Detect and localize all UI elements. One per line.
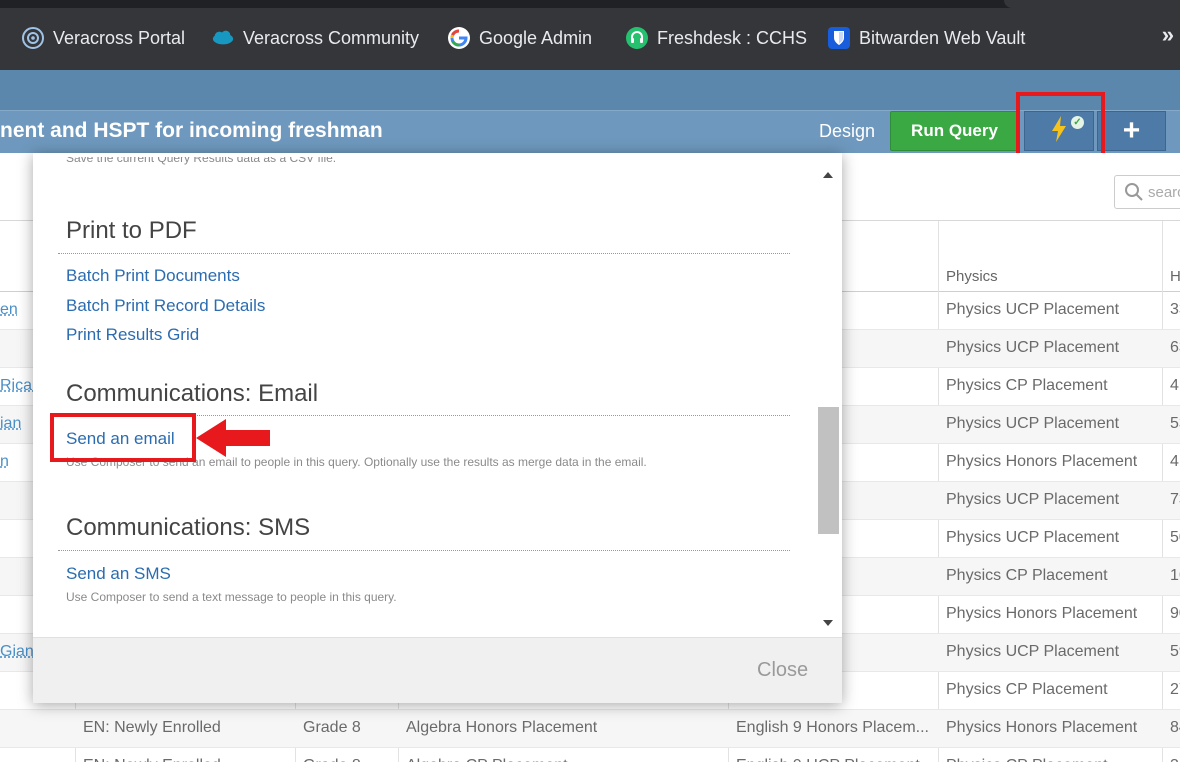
cell-hspt-score: 50 bbox=[1170, 529, 1180, 546]
cell-name[interactable]: ian bbox=[0, 415, 21, 433]
cell-math-placement: Algebra CP Placement bbox=[406, 757, 568, 762]
cell-physics-placement: Physics CP Placement bbox=[946, 757, 1108, 762]
bookmark-label: Freshdesk : CCHS bbox=[657, 27, 808, 48]
close-button[interactable]: Close bbox=[757, 659, 808, 682]
modal-scrollbar[interactable] bbox=[819, 165, 837, 633]
bookmark-freshdesk[interactable]: Freshdesk : CCHS bbox=[626, 24, 807, 52]
cell-status: EN: Newly Enrolled bbox=[83, 757, 221, 762]
cell-hspt-score: 73 bbox=[1170, 491, 1180, 508]
cell-hspt-score: 90 bbox=[1170, 605, 1180, 622]
cell-english-placement: English 9 UCP Placement bbox=[736, 757, 920, 762]
print-results-grid-link[interactable]: Print Results Grid bbox=[66, 325, 199, 345]
left-arrow-annotation bbox=[196, 419, 270, 457]
cell-hspt-score: 16 bbox=[1170, 567, 1180, 584]
cell-hspt-score: 27 bbox=[1170, 681, 1180, 698]
cell-hspt-score: 41 bbox=[1170, 377, 1180, 394]
table-row[interactable]: EN: Newly Enrolled Grade 8 Algebra CP Plac… bbox=[0, 748, 1180, 762]
bookmark-veracross-portal[interactable]: Veracross Portal bbox=[22, 24, 185, 52]
cell-hspt-score: 33 bbox=[1170, 301, 1180, 318]
column-header-physics[interactable]: Physics bbox=[946, 268, 998, 285]
batch-print-record-details-link[interactable]: Batch Print Record Details bbox=[66, 296, 265, 316]
modal-footer bbox=[33, 637, 842, 703]
cell-physics-placement: Physics Honors Placement bbox=[946, 453, 1138, 470]
csv-export-description: Save the current Query Results data as a… bbox=[66, 157, 337, 165]
cell-physics-placement: Physics Honors Placement bbox=[946, 605, 1138, 622]
freshdesk-headset-icon bbox=[626, 27, 648, 49]
design-link[interactable]: Design bbox=[819, 121, 875, 142]
section-heading-email: Communications: Email bbox=[66, 380, 319, 407]
page-title: nent and HSPT for incoming freshman bbox=[0, 119, 383, 142]
batch-print-documents-link[interactable]: Batch Print Documents bbox=[66, 266, 240, 286]
bookmark-label: Google Admin bbox=[479, 27, 593, 48]
veracross-portal-icon bbox=[22, 27, 44, 49]
cell-physics-placement: Physics CP Placement bbox=[946, 377, 1108, 394]
bookmarks-overflow-chevron-icon[interactable]: » bbox=[1162, 22, 1174, 48]
cell-hspt-score: 3 bbox=[1170, 757, 1179, 762]
cell-name[interactable]: Gian bbox=[0, 643, 34, 661]
bitwarden-shield-icon bbox=[828, 27, 850, 49]
cell-physics-placement: Physics CP Placement bbox=[946, 567, 1108, 584]
cell-status: EN: Newly Enrolled bbox=[83, 719, 221, 736]
cell-hspt-score: 41 bbox=[1170, 453, 1180, 470]
cell-hspt-score: 63 bbox=[1170, 339, 1180, 356]
send-sms-description: Use Composer to send a text message to p… bbox=[66, 590, 397, 604]
scroll-up-arrow-icon[interactable] bbox=[823, 172, 833, 178]
send-sms-link[interactable]: Send an SMS bbox=[66, 564, 171, 584]
cell-name[interactable]: n bbox=[0, 453, 9, 471]
cell-physics-placement: Physics UCP Placement bbox=[946, 415, 1120, 432]
table-row[interactable]: EN: Newly Enrolled Grade 8 Algebra Honors … bbox=[0, 710, 1180, 748]
section-heading-print-pdf: Print to PDF bbox=[66, 217, 197, 244]
highlight-box-send-email bbox=[50, 413, 196, 462]
app-top-bar bbox=[0, 70, 1180, 110]
cell-physics-placement: Physics UCP Placement bbox=[946, 339, 1120, 356]
cell-physics-placement: Physics UCP Placement bbox=[946, 491, 1120, 508]
cell-hspt-score: 59 bbox=[1170, 643, 1180, 660]
salesforce-cloud-icon bbox=[212, 27, 234, 49]
cell-english-placement: English 9 Honors Placem... bbox=[736, 719, 929, 736]
bookmark-label: Veracross Community bbox=[243, 27, 420, 48]
bookmark-google-admin[interactable]: Google Admin bbox=[448, 24, 592, 52]
search-box[interactable]: search bbox=[1114, 175, 1180, 209]
run-query-button[interactable]: Run Query bbox=[890, 111, 1019, 151]
cell-physics-placement: Physics UCP Placement bbox=[946, 301, 1120, 318]
search-icon bbox=[1124, 182, 1144, 207]
cell-physics-placement: Physics UCP Placement bbox=[946, 643, 1120, 660]
cell-hspt-score: 84 bbox=[1170, 719, 1180, 736]
section-heading-sms: Communications: SMS bbox=[66, 514, 311, 541]
cell-hspt-score: 53 bbox=[1170, 415, 1180, 432]
search-placeholder: search bbox=[1148, 184, 1180, 201]
scroll-down-arrow-icon[interactable] bbox=[823, 620, 833, 626]
add-button[interactable]: + bbox=[1097, 111, 1166, 151]
cell-math-placement: Algebra Honors Placement bbox=[406, 719, 598, 736]
cell-name[interactable]: en bbox=[0, 301, 18, 319]
bookmark-bitwarden[interactable]: Bitwarden Web Vault bbox=[828, 24, 1025, 52]
google-icon bbox=[448, 27, 470, 49]
scrollbar-thumb[interactable] bbox=[818, 407, 839, 534]
bookmark-veracross-community[interactable]: Veracross Community bbox=[212, 24, 419, 52]
cell-grade: Grade 8 bbox=[303, 719, 361, 736]
cell-grade: Grade 8 bbox=[303, 757, 361, 762]
cell-physics-placement: Physics CP Placement bbox=[946, 681, 1108, 698]
quick-actions-modal: Save the current Query Results data as a… bbox=[33, 153, 842, 703]
bookmarks-bar: Veracross Portal Veracross Community Goo… bbox=[0, 0, 1180, 70]
cell-physics-placement: Physics UCP Placement bbox=[946, 529, 1120, 546]
column-header-hspt[interactable]: H bbox=[1170, 268, 1180, 285]
browser-top-strip bbox=[0, 0, 1180, 8]
bookmark-label: Bitwarden Web Vault bbox=[859, 27, 1026, 48]
bookmark-label: Veracross Portal bbox=[53, 27, 186, 48]
cell-physics-placement: Physics Honors Placement bbox=[946, 719, 1138, 736]
